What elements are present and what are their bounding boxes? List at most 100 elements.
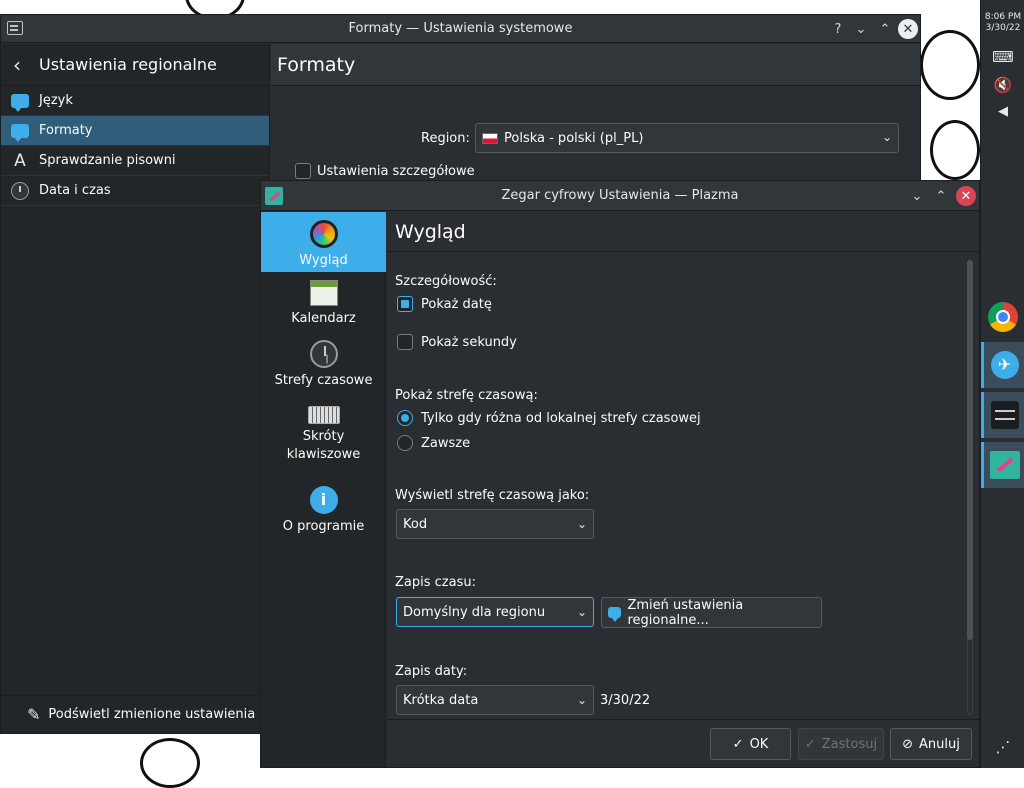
close-button[interactable]: ✕ xyxy=(956,186,976,206)
panel-date: 3/30/22 xyxy=(985,23,1021,33)
volume-muted-icon[interactable]: 🔇 xyxy=(981,76,1024,94)
scrollbar-thumb[interactable] xyxy=(967,260,973,640)
sidebar-item-spellcheck[interactable]: A Sprawdzanie pisowni xyxy=(1,146,269,176)
time-format-label: Zapis czasu: xyxy=(395,575,476,590)
tab-appearance[interactable]: Wygląd xyxy=(261,212,386,272)
minimize-button[interactable]: ⌄ xyxy=(907,186,927,206)
keyboard-icon xyxy=(307,406,340,424)
info-icon: i xyxy=(309,486,338,514)
checkbox[interactable] xyxy=(397,334,413,350)
apply-button[interactable]: ✓ Zastosuj xyxy=(798,728,884,760)
sidebar-item-label: Formaty xyxy=(39,123,93,138)
checkbox-checked[interactable] xyxy=(397,296,413,312)
back-arrow-icon[interactable]: ‹ xyxy=(13,53,33,77)
chevron-down-icon: ⌄ xyxy=(576,517,587,531)
clock-settings-taskbar-icon[interactable] xyxy=(981,442,1024,488)
letter-a-icon: A xyxy=(14,150,26,171)
maximize-button[interactable]: ⌃ xyxy=(875,19,895,39)
cancel-icon: ⊘ xyxy=(902,736,914,752)
sidebar-item-label: Sprawdzanie pisowni xyxy=(39,153,176,168)
tab-label: Strefy czasowe xyxy=(274,373,373,388)
cancel-label: Anuluj xyxy=(919,736,960,752)
detailed-settings-label: Ustawienia szczegółowe xyxy=(317,163,475,179)
panel-time: 8:06 PM xyxy=(984,12,1022,22)
region-label: Region: xyxy=(421,131,470,146)
show-date-label: Pokaż datę xyxy=(421,296,492,312)
appearance-icon xyxy=(309,220,338,248)
sidebar-heading: Ustawienia regionalne xyxy=(39,55,217,74)
display-tz-as-combo[interactable]: Kod ⌄ xyxy=(396,509,594,539)
tab-calendar[interactable]: Kalendarz xyxy=(261,276,386,332)
sidebar-item-formats[interactable]: Formaty xyxy=(1,116,269,146)
window-titlebar[interactable]: Formaty — Ustawienia systemowe ? ⌄ ⌃ ✕ xyxy=(1,15,920,43)
combo-value: Krótka data xyxy=(403,692,479,708)
pencil-icon: ✎ xyxy=(27,705,41,724)
sidebar-item-label: Język xyxy=(39,93,73,108)
detailed-settings-checkbox[interactable]: Ustawienia szczegółowe xyxy=(295,163,475,179)
expand-tray-icon[interactable]: ◀ xyxy=(981,104,1024,119)
chrome-icon xyxy=(988,302,1018,332)
maximize-button[interactable]: ⌃ xyxy=(931,186,951,206)
radio[interactable] xyxy=(397,435,413,451)
time-format-combo[interactable]: Domyślny dla regionu ⌄ xyxy=(396,597,594,627)
check-icon: ✓ xyxy=(732,736,744,752)
highlight-changes-button[interactable]: ✎ Podświetl zmienione ustawienia xyxy=(1,695,269,733)
discover-icon: ✈ xyxy=(990,351,1019,379)
date-preview: 3/30/22 xyxy=(600,693,651,708)
tab-shortcuts[interactable]: Skróty klawiszowe xyxy=(261,402,386,474)
clock-icon xyxy=(11,181,29,200)
sidebar-item-language[interactable]: Język xyxy=(1,86,269,116)
cancel-button[interactable]: ⊘ Anuluj xyxy=(890,728,972,760)
chat-icon xyxy=(11,123,29,142)
chrome-taskbar-icon[interactable] xyxy=(981,294,1024,340)
date-format-combo[interactable]: Krótka data ⌄ xyxy=(396,685,594,715)
dialog-titlebar[interactable]: Zegar cyfrowy Ustawienia — Plazma ⌄ ⌃ ✕ xyxy=(261,181,979,211)
tab-label: Skróty klawiszowe xyxy=(286,429,361,462)
chevron-down-icon: ⌄ xyxy=(576,605,587,619)
desktop-doodle xyxy=(140,738,200,788)
system-settings-taskbar-icon[interactable] xyxy=(981,392,1024,438)
tab-timezones[interactable]: Strefy czasowe xyxy=(261,336,386,396)
tz-only-different-label: Tylko gdy różna od lokalnej strefy czaso… xyxy=(421,410,701,426)
keyboard-tray-icon[interactable]: ⌨ xyxy=(981,48,1024,66)
close-button[interactable]: ✕ xyxy=(898,19,918,39)
change-regional-label: Zmień ustawienia regionalne... xyxy=(627,597,744,628)
show-seconds-label: Pokaż sekundy xyxy=(421,334,517,350)
clock-icon xyxy=(309,340,338,368)
combo-value: Domyślny dla regionu xyxy=(403,604,546,620)
chevron-down-icon: ⌄ xyxy=(881,130,892,144)
tab-label: O programie xyxy=(282,519,365,534)
panel-clock[interactable]: 8:06 PM 3/30/22 xyxy=(981,12,1024,34)
chat-icon xyxy=(11,93,29,112)
calendar-icon xyxy=(309,280,338,306)
page-title: Wygląd xyxy=(387,212,979,252)
tz-only-different-radio[interactable]: Tylko gdy różna od lokalnej strefy czaso… xyxy=(397,410,701,426)
minimize-button[interactable]: ⌄ xyxy=(851,19,871,39)
region-combo[interactable]: Polska - polski (pl_PL) ⌄ xyxy=(475,123,899,153)
check-icon: ✓ xyxy=(804,736,816,752)
tab-about[interactable]: i O programie xyxy=(261,482,386,538)
apply-label: Zastosuj xyxy=(821,736,878,752)
tab-label: Wygląd xyxy=(299,253,348,268)
show-timezone-label: Pokaż strefę czasową: xyxy=(395,388,538,403)
tz-always-radio[interactable]: Zawsze xyxy=(397,435,470,451)
chevron-down-icon: ⌄ xyxy=(576,693,587,707)
sidebar-item-date-time[interactable]: Data i czas xyxy=(1,176,269,206)
chat-icon xyxy=(608,607,622,622)
checkbox[interactable] xyxy=(295,163,311,179)
page-title: Formaty xyxy=(271,44,920,86)
change-regional-settings-button[interactable]: Zmień ustawienia regionalne... xyxy=(601,597,822,628)
date-format-label: Zapis daty: xyxy=(395,664,468,679)
discover-taskbar-icon[interactable]: ✈ xyxy=(981,342,1024,388)
tab-label: Kalendarz xyxy=(291,311,356,326)
help-button[interactable]: ? xyxy=(828,19,848,39)
settings-app-icon xyxy=(990,401,1019,429)
ok-button[interactable]: ✓ OK xyxy=(710,728,791,760)
show-seconds-checkbox[interactable]: Pokaż sekundy xyxy=(397,334,517,350)
show-date-checkbox[interactable]: Pokaż datę xyxy=(397,296,492,312)
dialog-sidebar: Wygląd Kalendarz Strefy czasowe Skróty k… xyxy=(261,212,386,767)
sidebar-item-label: Data i czas xyxy=(39,183,111,198)
window-title: Formaty — Ustawienia systemowe xyxy=(348,21,573,36)
radio-checked[interactable] xyxy=(397,410,413,426)
panel-edit-icon[interactable]: ⋰ xyxy=(981,738,1024,756)
